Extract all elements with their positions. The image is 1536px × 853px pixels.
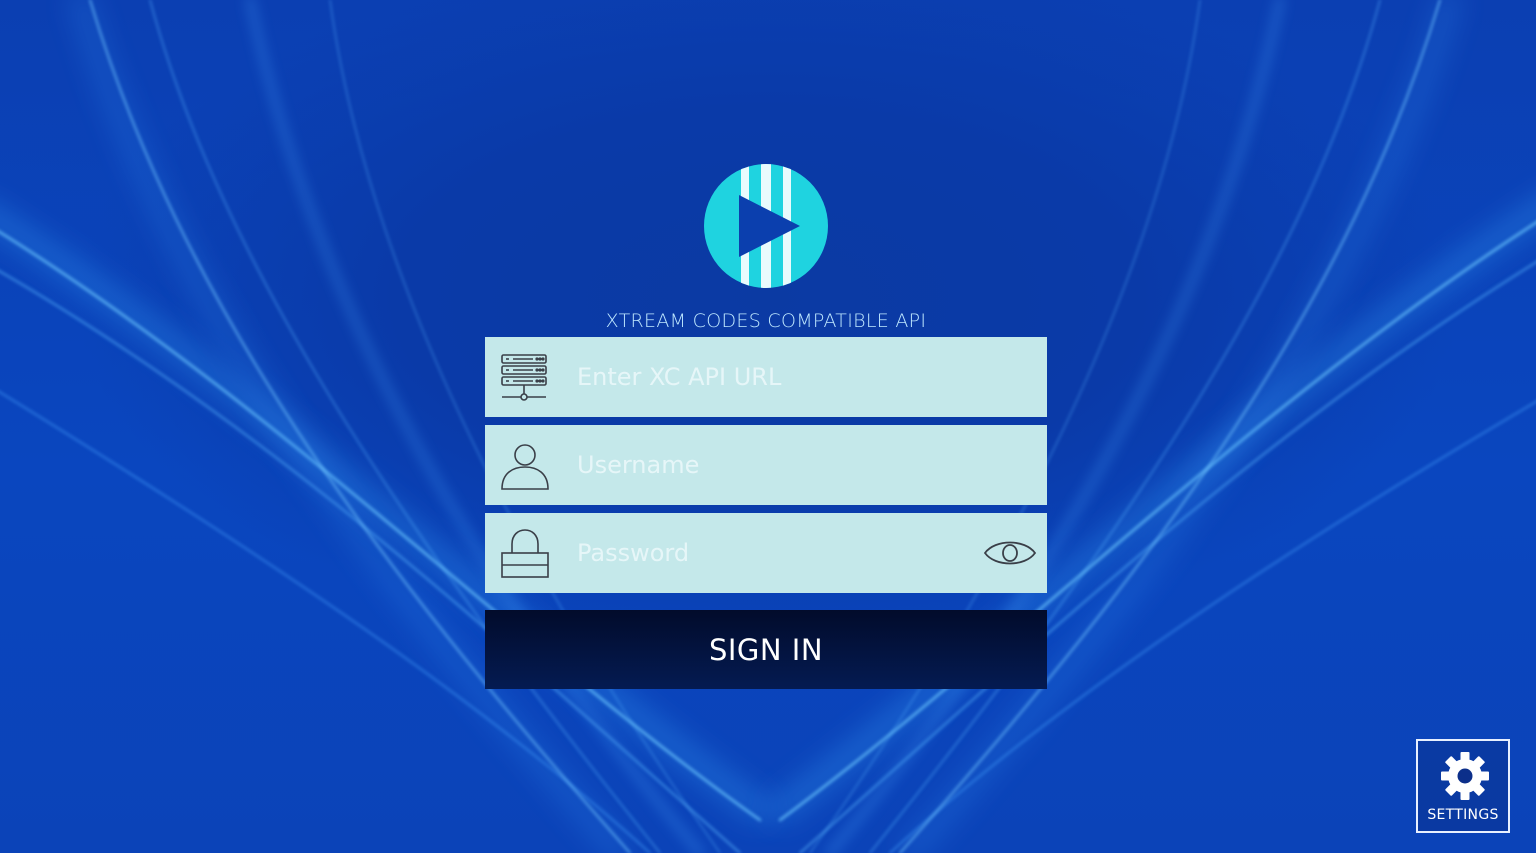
sign-in-button[interactable]: SIGN IN: [485, 610, 1047, 689]
url-field[interactable]: [485, 337, 1047, 417]
username-field[interactable]: [485, 425, 1047, 505]
gear-icon: [1441, 752, 1489, 800]
username-input[interactable]: [577, 443, 957, 487]
password-field[interactable]: [485, 513, 1047, 593]
api-subtitle: XTREAM CODES COMPATIBLE API: [605, 310, 927, 332]
user-icon: [501, 444, 549, 490]
app-logo: [704, 164, 828, 288]
eye-icon[interactable]: [983, 533, 1037, 573]
server-network-icon: [501, 354, 547, 401]
settings-button[interactable]: SETTINGS: [1416, 739, 1510, 833]
url-input[interactable]: [577, 355, 957, 399]
password-input[interactable]: [577, 531, 957, 575]
settings-label: SETTINGS: [1427, 807, 1499, 823]
lock-icon: [501, 529, 549, 578]
